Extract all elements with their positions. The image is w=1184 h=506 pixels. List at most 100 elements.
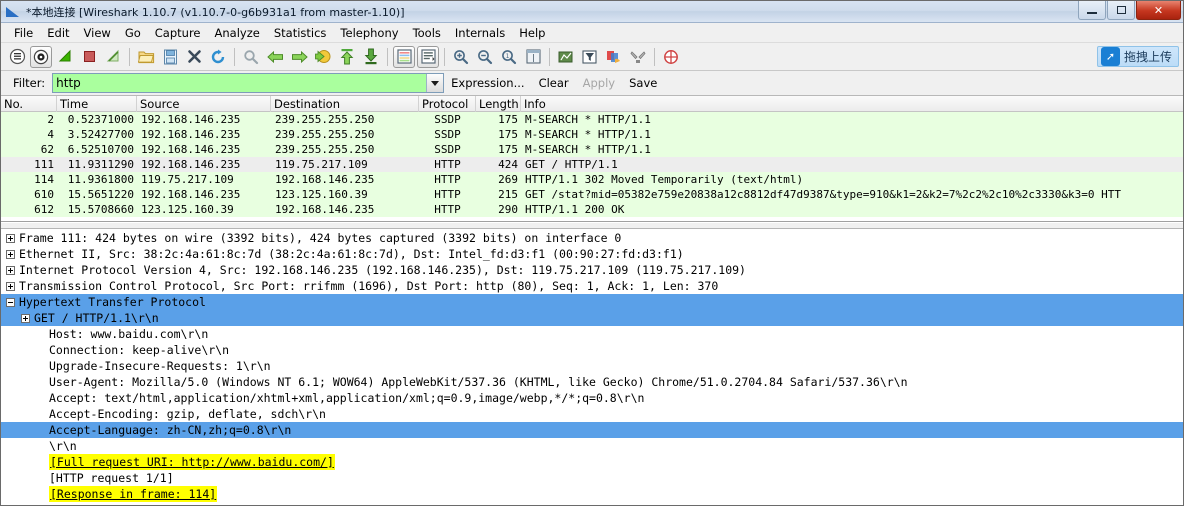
column-header-time[interactable]: Time [57, 96, 137, 112]
table-row[interactable]: 111 11.9311290 192.168.146.235 119.75.217.1… [1, 157, 1183, 172]
go-back-icon[interactable] [264, 46, 286, 68]
capture-filters-icon[interactable] [555, 46, 577, 68]
save-filter-button[interactable]: Save [622, 76, 664, 90]
cell-time: 3.52427700 [67, 128, 134, 141]
table-row[interactable]: 2 0.52371000 192.168.146.235 239.255.255.25… [1, 112, 1183, 127]
go-to-packet-icon[interactable] [312, 46, 334, 68]
detail-tree-item[interactable]: Internet Protocol Version 4, Src: 192.16… [1, 262, 1183, 278]
cell-time: 15.5651220 [67, 188, 134, 201]
clear-filter-button[interactable]: Clear [532, 76, 576, 90]
minimize-button[interactable] [1078, 1, 1106, 20]
detail-tree-item[interactable]: Accept: text/html,application/xhtml+xml,… [1, 390, 1183, 406]
menu-edit[interactable]: Edit [40, 24, 76, 42]
detail-tree-label: [HTTP request 1/1] [49, 471, 174, 485]
detail-tree-item[interactable]: Upgrade-Insecure-Requests: 1\r\n [1, 358, 1183, 374]
help-contents-icon[interactable] [660, 46, 682, 68]
close-file-icon[interactable] [183, 46, 205, 68]
auto-scroll-icon[interactable] [417, 45, 439, 68]
save-file-icon[interactable] [159, 46, 181, 68]
detail-tree-item[interactable]: \r\n [1, 438, 1183, 454]
filter-history-dropdown[interactable] [426, 74, 444, 92]
column-header-no[interactable]: No. [1, 96, 57, 112]
table-row[interactable]: 4 3.52427700 192.168.146.235 239.255.255.25… [1, 127, 1183, 142]
detail-tree-item[interactable]: Accept-Language: zh-CN,zh;q=0.8\r\n [1, 422, 1183, 438]
preferences-icon[interactable] [627, 46, 649, 68]
restart-capture-icon[interactable] [102, 46, 124, 68]
go-last-packet-icon[interactable] [360, 46, 382, 68]
go-first-packet-icon[interactable] [336, 46, 358, 68]
menu-tools[interactable]: Tools [406, 24, 448, 42]
resize-columns-icon[interactable] [522, 46, 544, 68]
detail-tree-label: Hypertext Transfer Protocol [19, 295, 206, 309]
find-packet-icon[interactable] [240, 46, 262, 68]
detail-tree-label: User-Agent: Mozilla/5.0 (Windows NT 6.1;… [49, 375, 908, 389]
capture-options-icon[interactable] [30, 45, 52, 68]
column-header-destination[interactable]: Destination [271, 96, 419, 112]
maximize-button[interactable] [1107, 1, 1135, 20]
main-toolbar: 1 ➚ 拖拽上传 [1, 43, 1183, 71]
display-filters-icon[interactable] [579, 46, 601, 68]
detail-tree-item[interactable]: Host: www.baidu.com\r\n [1, 326, 1183, 342]
packet-list-pane[interactable]: No. Time Source Destination Protocol Len… [1, 96, 1183, 222]
menu-internals[interactable]: Internals [448, 24, 512, 42]
column-header-protocol[interactable]: Protocol [419, 96, 476, 112]
stop-capture-icon[interactable] [78, 46, 100, 68]
expand-icon[interactable] [21, 313, 30, 323]
open-file-icon[interactable] [135, 46, 157, 68]
expand-icon[interactable] [6, 233, 15, 243]
zoom-in-icon[interactable] [450, 46, 472, 68]
column-header-source[interactable]: Source [137, 96, 271, 112]
menu-help[interactable]: Help [512, 24, 552, 42]
colorize-icon[interactable] [393, 45, 415, 68]
filter-input[interactable] [53, 74, 427, 92]
start-capture-icon[interactable] [54, 46, 76, 68]
detail-tree-item[interactable]: Ethernet II, Src: 38:2c:4a:61:8c:7d (38:… [1, 246, 1183, 262]
detail-tree-label: GET / HTTP/1.1\r\n [34, 311, 159, 325]
detail-tree-item[interactable]: Hypertext Transfer Protocol [1, 294, 1183, 310]
menu-capture[interactable]: Capture [148, 24, 208, 42]
table-row[interactable]: 610 15.5651220 192.168.146.235 123.125.160.… [1, 187, 1183, 202]
packet-list-body: 2 0.52371000 192.168.146.235 239.255.255.25… [1, 112, 1183, 217]
detail-tree-item[interactable]: Transmission Control Protocol, Src Port:… [1, 278, 1183, 294]
expand-icon[interactable] [6, 249, 15, 259]
packet-details-pane[interactable]: Frame 111: 424 bytes on wire (3392 bits)… [1, 229, 1183, 505]
pane-splitter[interactable] [1, 222, 1183, 229]
table-row[interactable]: 114 11.9361800 119.75.217.109 192.168.146.2… [1, 172, 1183, 187]
cell-protocol: HTTP [434, 203, 461, 216]
menu-file[interactable]: File [7, 24, 40, 42]
expression-button[interactable]: Expression... [444, 76, 531, 90]
menu-telephony[interactable]: Telephony [333, 24, 405, 42]
interfaces-icon[interactable] [6, 46, 28, 68]
detail-tree-item[interactable]: [HTTP request 1/1] [1, 470, 1183, 486]
column-header-info[interactable]: Info [521, 96, 1183, 112]
detail-tree-label: [Response in frame: 114] [49, 486, 218, 502]
apply-filter-button[interactable]: Apply [576, 76, 622, 90]
expand-icon[interactable] [6, 265, 15, 275]
table-row[interactable]: 612 15.5708660 123.125.160.39 192.168.146.2… [1, 202, 1183, 217]
go-forward-icon[interactable] [288, 46, 310, 68]
detail-tree-item[interactable]: [Response in frame: 114] [1, 486, 1183, 502]
menu-view[interactable]: View [77, 24, 118, 42]
table-row[interactable]: 62 6.52510700 192.168.146.235 239.255.255.2… [1, 142, 1183, 157]
reload-icon[interactable] [207, 46, 229, 68]
upload-button[interactable]: ➚ 拖拽上传 [1096, 46, 1179, 67]
coloring-rules-icon[interactable] [603, 46, 625, 68]
close-button[interactable]: ✕ [1136, 1, 1181, 20]
menu-analyze[interactable]: Analyze [208, 24, 267, 42]
menu-statistics[interactable]: Statistics [267, 24, 334, 42]
filter-input-wrapper[interactable] [52, 73, 445, 93]
svg-text:1: 1 [506, 53, 510, 60]
detail-tree-item[interactable]: Frame 111: 424 bytes on wire (3392 bits)… [1, 230, 1183, 246]
collapse-icon[interactable] [6, 297, 15, 307]
cell-destination: 239.255.255.250 [275, 128, 375, 141]
zoom-out-icon[interactable] [474, 46, 496, 68]
detail-tree-item[interactable]: User-Agent: Mozilla/5.0 (Windows NT 6.1;… [1, 374, 1183, 390]
detail-tree-item[interactable]: Connection: keep-alive\r\n [1, 342, 1183, 358]
menu-go[interactable]: Go [118, 24, 148, 42]
expand-icon[interactable] [6, 281, 15, 291]
detail-tree-item[interactable]: GET / HTTP/1.1\r\n [1, 310, 1183, 326]
zoom-normal-icon[interactable]: 1 [498, 46, 520, 68]
column-header-length[interactable]: Length [476, 96, 521, 112]
detail-tree-item[interactable]: Accept-Encoding: gzip, deflate, sdch\r\n [1, 406, 1183, 422]
detail-tree-item[interactable]: [Full request URI: http://www.baidu.com/… [1, 454, 1183, 470]
